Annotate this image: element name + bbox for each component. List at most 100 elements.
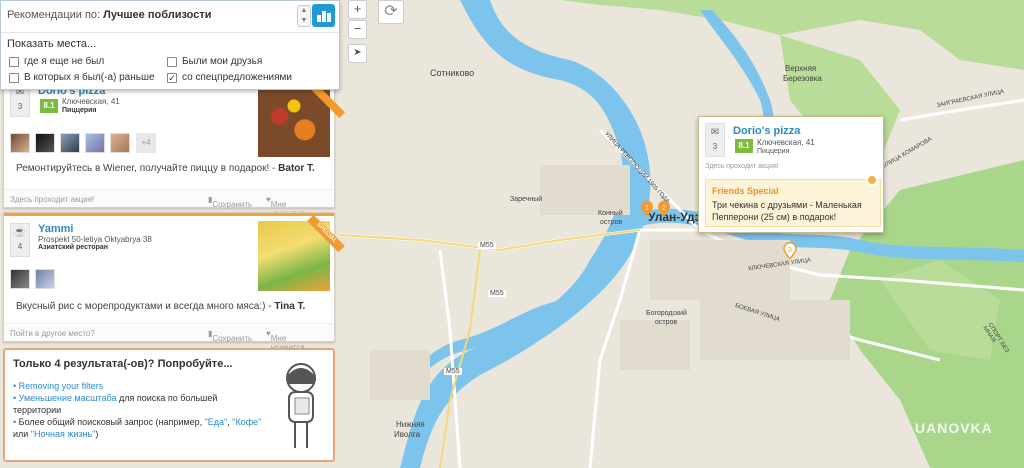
suggestion-item: Более общий поисковый запрос (например, … xyxy=(13,416,263,440)
venue-index: 3 xyxy=(712,142,718,151)
checkbox-box[interactable] xyxy=(9,72,19,83)
popup-promo-note: Здесь проходит акция! xyxy=(705,163,779,170)
recommend-label: Рекомендации по: xyxy=(7,9,101,21)
tip-comment: Вкусный рис с морепродуктами и всегда мн… xyxy=(16,301,306,312)
tip-text: Вкусный рис с морепродуктами и всегда мн… xyxy=(16,301,266,312)
locate-button[interactable]: ➤ xyxy=(348,44,367,63)
zoom-out-link[interactable]: Уменьшение масштаба xyxy=(19,393,117,403)
venue-index: 3 xyxy=(17,102,23,111)
score-badge: 8.1 xyxy=(40,99,58,113)
friend-avatar[interactable] xyxy=(85,133,105,153)
venue-category: Азиатский ресторан xyxy=(38,244,108,251)
tip-author[interactable]: Bator T. xyxy=(278,163,315,174)
venue-card[interactable]: ☕ 4 Yammi Prospekt 50-letiya Oktyabrya 38… xyxy=(3,212,345,352)
checkbox-box[interactable]: ✓ xyxy=(167,72,177,83)
pin-label: 1 xyxy=(645,205,649,212)
watermark-logo: UANOVKA xyxy=(915,420,993,436)
friend-avatar[interactable] xyxy=(10,269,30,289)
like-button[interactable]: ♥ Мне нравится xyxy=(266,195,305,218)
zoom-out-button[interactable]: − xyxy=(348,20,367,39)
remove-filters-link[interactable]: Removing your filters xyxy=(19,381,104,391)
map-label-sotnikovo: Сотниково xyxy=(430,68,475,78)
pin-label: 2 xyxy=(662,205,666,212)
divider xyxy=(1,32,339,33)
suggestion-item: Removing your filters xyxy=(13,380,263,392)
map-label-berezovka: Березовка xyxy=(783,74,822,83)
popup-score-badge: 8.1 xyxy=(735,139,753,153)
map-label-m55: M55 xyxy=(478,242,496,249)
venue-category-icon: ☕ 4 xyxy=(10,223,30,257)
friend-avatar[interactable] xyxy=(10,133,30,153)
chevron-up-icon: ▲ xyxy=(300,7,308,14)
results-sidebar: ✉ 3 Dorio's pizza 8.1 Ключевская, 41 Пицц… xyxy=(0,0,345,468)
special-text: Три чекина с друзьями - Маленькая Пеппер… xyxy=(712,200,862,222)
save-button[interactable]: ▮ Сохранить xyxy=(208,195,252,209)
venue-name[interactable]: Yammi xyxy=(38,223,73,235)
map-label-m55: M55 xyxy=(444,368,462,375)
venue-popup[interactable]: ✉ 3 Dorio's pizza 8.1 Ключевская, 41 Пицц… xyxy=(698,116,884,233)
map-pin-1[interactable]: 1 xyxy=(640,200,654,217)
card-footer: Здесь проходит акция! ▮ Сохранить ♥ Мне … xyxy=(4,189,334,218)
map-label-city: Улан-Удэ xyxy=(648,210,702,224)
chevron-down-icon: ▼ xyxy=(300,17,308,24)
venue-address: Ключевская, 41 xyxy=(62,97,120,106)
friend-avatar[interactable] xyxy=(35,269,55,289)
checkbox-box[interactable] xyxy=(167,56,177,67)
venue-category: Пиццерия xyxy=(62,107,97,114)
special-title: Friends Special xyxy=(712,186,779,196)
footer-note: Здесь проходит акция! xyxy=(10,195,95,204)
map-label-bogorodsky: Богородский xyxy=(646,310,687,317)
show-places-label: Показать места... xyxy=(7,38,97,50)
like-button[interactable]: ♥ Мне нравится xyxy=(266,329,305,352)
map-label-bogorodsky-ostrov: остров xyxy=(655,319,678,326)
tip-comment: Ремонтируйтесь в Wiener, получайте пиццу… xyxy=(16,163,315,174)
venue-index: 4 xyxy=(17,242,23,251)
sort-toggle[interactable]: ▲ ▼ xyxy=(297,5,311,27)
query-food-link[interactable]: "Еда" xyxy=(205,417,228,427)
checkbox-friends-been[interactable]: Были мои друзья xyxy=(167,56,262,67)
card-footer: Пойти в другое место? ▮ Сохранить ♥ Мне … xyxy=(4,323,334,352)
special-stripe xyxy=(4,213,334,216)
map-label-ivolga: Иволга xyxy=(394,430,421,439)
query-coffee-link[interactable]: "Кофе" xyxy=(232,417,261,427)
tip-text: Ремонтируйтесь в Wiener, получайте пиццу… xyxy=(16,163,270,174)
checkbox-specials[interactable]: ✓ со спецпредложениями xyxy=(167,72,292,83)
special-offer-box[interactable]: Friends Special Три чекина с друзьями - … xyxy=(705,179,881,227)
venue-photo[interactable] xyxy=(258,89,330,157)
checkbox-not-visited[interactable]: где я еще не был xyxy=(9,56,104,67)
map-pin-2[interactable]: 2 xyxy=(657,200,671,217)
query-nightlife-link[interactable]: "Ночная жизнь" xyxy=(31,429,96,439)
map-label-verkhnyaya: Верхняя xyxy=(785,64,817,73)
locate-arrow-icon: ➤ xyxy=(353,47,362,58)
friend-avatar[interactable] xyxy=(35,133,55,153)
recommend-row: Рекомендации по: Лучшее поблизости xyxy=(7,9,212,21)
suggestions-title: Только 4 результата(-ов)? Попробуйте... xyxy=(13,358,233,370)
more-friends-count[interactable]: +4 xyxy=(136,133,156,153)
venue-category-icon: ✉ 3 xyxy=(705,123,725,157)
friend-avatar[interactable] xyxy=(60,133,80,153)
popup-venue-name[interactable]: Dorio's pizza xyxy=(733,125,800,137)
recommend-select[interactable]: Лучшее поблизости xyxy=(103,9,211,21)
venue-address: Prospekt 50-letiya Oktyabrya 38 xyxy=(38,235,152,244)
map-pin-3[interactable]: 3 xyxy=(783,242,797,259)
suggestion-item: Уменьшение масштаба для поиска по больше… xyxy=(13,392,263,416)
map-label-zarechny: Заречный xyxy=(510,196,543,203)
venue-card[interactable]: ✉ 3 Dorio's pizza 8.1 Ключевская, 41 Пицц… xyxy=(3,70,345,218)
footer-note[interactable]: Пойти в другое место? xyxy=(10,329,95,338)
pin-label: 3 xyxy=(788,247,792,254)
map-label-nizhnyaya: Нижняя xyxy=(396,420,425,429)
map-label-konny-ostrov: остров xyxy=(600,219,623,226)
chart-view-button[interactable] xyxy=(312,4,335,27)
refresh-icon: ⟳ xyxy=(384,3,398,20)
explorer-girl-illustration xyxy=(286,363,316,448)
friend-avatar[interactable] xyxy=(110,133,130,153)
tip-author[interactable]: Tina T. xyxy=(274,301,305,312)
zoom-in-button[interactable]: + xyxy=(348,0,367,19)
filter-panel: Рекомендации по: Лучшее поблизости ▲ ▼ По… xyxy=(0,0,340,90)
refresh-search-button[interactable]: ⟳ xyxy=(378,0,404,24)
save-button[interactable]: ▮ Сохранить xyxy=(208,329,252,343)
checkbox-visited-before[interactable]: В которых я был(-а) раньше xyxy=(9,72,155,83)
checkbox-box[interactable] xyxy=(9,56,19,67)
bar-chart-icon xyxy=(317,15,321,22)
popup-venue-category: Пиццерия xyxy=(757,148,790,155)
